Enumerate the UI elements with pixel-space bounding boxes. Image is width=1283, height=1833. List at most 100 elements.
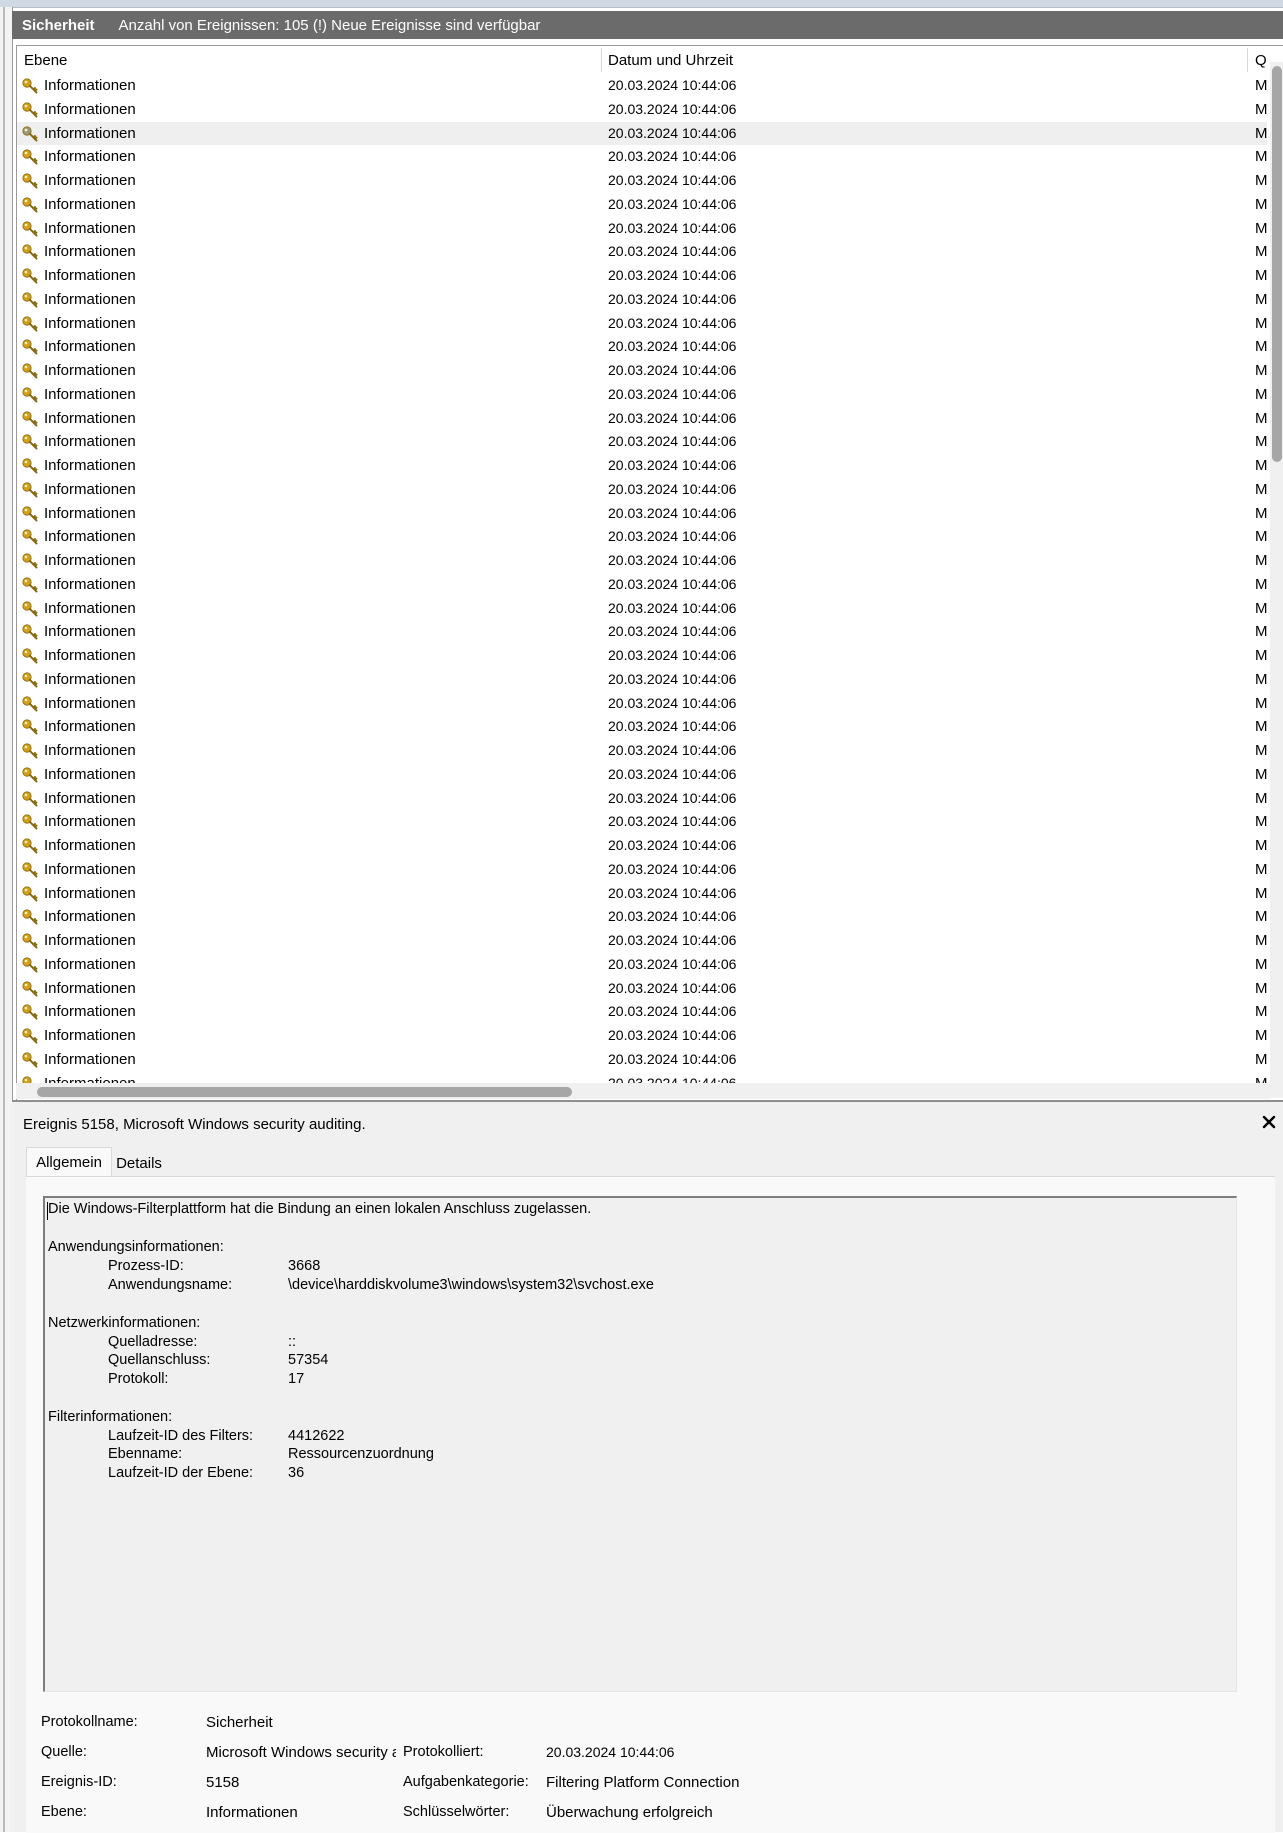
row-source: M (1255, 148, 1268, 166)
table-row[interactable]: Informationen 20.03.2024 10:44:06 M (17, 454, 1268, 478)
field-label: Laufzeit-ID des Filters: (108, 1428, 254, 1444)
table-row[interactable]: Informationen 20.03.2024 10:44:06 M (17, 430, 1268, 454)
row-datetime: 20.03.2024 10:44:06 (608, 552, 737, 568)
close-icon[interactable] (1261, 1114, 1277, 1130)
event-count-info: Anzahl von Ereignissen: 105 (!) Neue Ere… (118, 16, 541, 34)
table-row[interactable]: Informationen 20.03.2024 10:44:06 M (17, 810, 1268, 834)
table-row[interactable]: Informationen 20.03.2024 10:44:06 M (17, 1000, 1268, 1024)
key-icon (22, 125, 38, 141)
vertical-scrollbar-thumb[interactable] (1272, 66, 1282, 462)
field-label: Prozess-ID: (108, 1258, 184, 1274)
table-row[interactable]: Informationen 20.03.2024 10:44:06 M (17, 359, 1268, 383)
row-source: M (1255, 860, 1268, 878)
row-source: M (1255, 884, 1268, 902)
key-icon (22, 577, 38, 593)
table-row[interactable]: Informationen 20.03.2024 10:44:06 M (17, 407, 1268, 431)
table-row[interactable]: Informationen 20.03.2024 10:44:06 M (17, 668, 1268, 692)
row-datetime: 20.03.2024 10:44:06 (608, 742, 737, 758)
key-icon (22, 1052, 38, 1068)
table-row[interactable]: Informationen 20.03.2024 10:44:06 M (17, 834, 1268, 858)
row-datetime: 20.03.2024 10:44:06 (608, 932, 737, 948)
key-icon (22, 672, 38, 688)
event-list[interactable]: Ebene Datum und Uhrzeit Q Informationen 2… (16, 45, 1283, 1100)
row-datetime: 20.03.2024 10:44:06 (608, 290, 737, 307)
table-row[interactable]: Informationen 20.03.2024 10:44:06 M (17, 502, 1268, 526)
keywords-value: Überwachung erfolgreich (546, 1804, 713, 1821)
row-source: M (1255, 623, 1268, 641)
horizontal-scrollbar-thumb[interactable] (37, 1087, 572, 1097)
table-row[interactable]: Informationen 20.03.2024 10:44:06 M (17, 121, 1268, 146)
table-row[interactable]: Informationen 20.03.2024 10:44:06 M (17, 763, 1268, 787)
row-source: M (1255, 172, 1268, 189)
table-row[interactable]: Informationen 20.03.2024 10:44:06 M (17, 335, 1268, 359)
table-row[interactable]: Informationen 20.03.2024 10:44:06 M (17, 573, 1268, 597)
tab-details[interactable]: Details (112, 1150, 166, 1176)
table-row[interactable]: Informationen 20.03.2024 10:44:06 M (17, 288, 1268, 312)
column-header-datetime[interactable]: Datum und Uhrzeit (608, 52, 733, 69)
table-row[interactable]: Informationen 20.03.2024 10:44:06 M (17, 240, 1268, 264)
row-datetime: 20.03.2024 10:44:06 (608, 409, 737, 426)
field-label: Laufzeit-ID der Ebene: (108, 1465, 254, 1481)
table-row[interactable]: Informationen 20.03.2024 10:44:06 M (17, 715, 1268, 739)
row-source: M (1255, 718, 1268, 736)
row-source: M (1255, 599, 1268, 617)
row-source: M (1255, 908, 1268, 926)
table-row[interactable]: Informationen 20.03.2024 10:44:06 M (17, 929, 1268, 953)
event-id-value: 5158 (206, 1774, 240, 1791)
table-row[interactable]: Informationen 20.03.2024 10:44:06 M (17, 74, 1268, 98)
table-row[interactable]: Informationen 20.03.2024 10:44:06 M (17, 977, 1268, 1001)
row-level: Informationen (44, 599, 136, 617)
table-row[interactable]: Informationen 20.03.2024 10:44:06 M (17, 597, 1268, 621)
table-row[interactable]: Informationen 20.03.2024 10:44:06 M (17, 264, 1268, 288)
table-row[interactable]: Informationen 20.03.2024 10:44:06 M (17, 312, 1268, 336)
row-source: M (1255, 314, 1268, 332)
row-datetime: 20.03.2024 10:44:06 (608, 718, 737, 735)
task-category-value: Filtering Platform Connection (546, 1774, 740, 1791)
field-value: Ressourcenzuordnung (288, 1446, 434, 1462)
event-description-box[interactable] (43, 1196, 1237, 1692)
row-source: M (1255, 362, 1268, 379)
table-row[interactable]: Informationen 20.03.2024 10:44:06 M (17, 787, 1268, 811)
table-row[interactable]: Informationen 20.03.2024 10:44:06 M (17, 478, 1268, 502)
table-row[interactable]: Informationen 20.03.2024 10:44:06 M (17, 620, 1268, 644)
table-row[interactable]: Informationen 20.03.2024 10:44:06 M (17, 953, 1268, 977)
key-icon (22, 315, 38, 331)
row-source: M (1255, 385, 1268, 403)
task-category-label: Aufgabenkategorie: (403, 1774, 529, 1790)
tab-general[interactable]: Allgemein (26, 1147, 112, 1176)
table-row[interactable]: Informationen 20.03.2024 10:44:06 M (17, 882, 1268, 906)
row-datetime: 20.03.2024 10:44:06 (608, 955, 737, 972)
table-row[interactable]: Informationen 20.03.2024 10:44:06 M (17, 1048, 1268, 1072)
column-separator[interactable] (601, 48, 602, 72)
key-icon (22, 695, 38, 711)
table-row[interactable]: Informationen 20.03.2024 10:44:06 M (17, 1024, 1268, 1048)
table-row[interactable]: Informationen 20.03.2024 10:44:06 M (17, 145, 1268, 169)
column-separator[interactable] (1247, 48, 1248, 72)
row-level: Informationen (44, 789, 136, 807)
column-headers: Ebene Datum und Uhrzeit Q (17, 46, 1283, 74)
column-header-source[interactable]: Q (1255, 52, 1267, 69)
row-datetime: 20.03.2024 10:44:06 (608, 860, 737, 877)
table-row[interactable]: Informationen 20.03.2024 10:44:06 M (17, 383, 1268, 407)
row-datetime: 20.03.2024 10:44:06 (608, 504, 737, 521)
row-level: Informationen (44, 195, 136, 213)
key-icon (22, 78, 38, 94)
key-icon (22, 1028, 38, 1044)
table-row[interactable]: Informationen 20.03.2024 10:44:06 M (17, 692, 1268, 716)
left-pane-edge-line (3, 7, 5, 1832)
table-row[interactable]: Informationen 20.03.2024 10:44:06 M (17, 98, 1268, 122)
row-level: Informationen (44, 742, 136, 759)
table-row[interactable]: Informationen 20.03.2024 10:44:06 M (17, 905, 1268, 929)
table-row[interactable]: Informationen 20.03.2024 10:44:06 M (17, 858, 1268, 882)
table-row[interactable]: Informationen 20.03.2024 10:44:06 M (17, 193, 1268, 217)
table-row[interactable]: Informationen 20.03.2024 10:44:06 M (17, 739, 1268, 763)
table-row[interactable]: Informationen 20.03.2024 10:44:06 M (17, 217, 1268, 241)
table-row[interactable]: Informationen 20.03.2024 10:44:06 M (17, 169, 1268, 193)
column-header-level[interactable]: Ebene (24, 52, 67, 69)
row-level: Informationen (44, 362, 136, 379)
table-row[interactable]: Informationen 20.03.2024 10:44:06 M (17, 525, 1268, 549)
table-row[interactable]: Informationen 20.03.2024 10:44:06 M (17, 549, 1268, 573)
row-level: Informationen (44, 908, 136, 926)
table-row[interactable]: Informationen 20.03.2024 10:44:06 M (17, 644, 1268, 668)
row-source: M (1255, 290, 1268, 308)
